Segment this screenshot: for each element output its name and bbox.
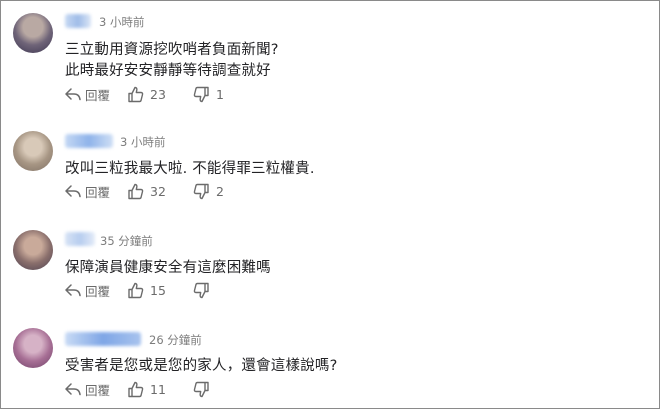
username-blurred[interactable] — [65, 14, 91, 28]
reply-label: 回覆 — [85, 184, 111, 200]
thumbs-down-icon — [193, 381, 209, 397]
like-button[interactable]: 15 — [127, 282, 193, 299]
username-blurred[interactable] — [65, 232, 95, 246]
like-count: 15 — [150, 282, 166, 298]
dislike-button[interactable] — [193, 381, 216, 398]
reply-arrow-icon — [65, 383, 81, 396]
comment-text-line: 此時最好安安靜靜等待調查就好 — [65, 63, 271, 79]
comment-text-line: 改叫三粒我最大啦. 不能得罪三粒權貴. — [65, 161, 315, 177]
like-count: 23 — [150, 86, 166, 102]
avatar[interactable] — [13, 131, 53, 171]
thumbs-up-icon — [128, 282, 144, 298]
thumbs-up-icon — [128, 183, 144, 199]
comment-actions: 回覆 32 2 — [65, 181, 224, 201]
comment-text-line: 保障演員健康安全有這麼困難嗎 — [65, 260, 271, 276]
username-blurred[interactable] — [65, 332, 141, 346]
comment-text-line: 三立動用資源挖吹哨者負面新聞? — [65, 42, 279, 58]
thumbs-down-icon — [193, 282, 209, 298]
thumbs-up-icon — [128, 381, 144, 397]
reply-arrow-icon — [65, 88, 81, 101]
comment-timestamp: 35 分鐘前 — [100, 234, 153, 248]
comment-timestamp: 26 分鐘前 — [149, 333, 202, 347]
avatar[interactable] — [13, 328, 53, 368]
reply-button[interactable]: 回覆 — [65, 380, 127, 399]
avatar[interactable] — [13, 13, 53, 53]
reply-arrow-icon — [65, 185, 81, 198]
dislike-count: 2 — [216, 183, 224, 199]
comment-actions: 回覆 15 — [65, 280, 216, 300]
dislike-button[interactable] — [193, 282, 216, 299]
reply-label: 回覆 — [85, 382, 111, 398]
comment-timestamp: 3 小時前 — [120, 135, 166, 149]
dislike-button[interactable]: 1 — [193, 86, 224, 103]
reply-button[interactable]: 回覆 — [65, 281, 127, 300]
like-button[interactable]: 32 — [127, 183, 193, 200]
reply-button[interactable]: 回覆 — [65, 85, 127, 104]
dislike-button[interactable]: 2 — [193, 183, 224, 200]
like-button[interactable]: 23 — [127, 86, 193, 103]
comment-text-line: 受害者是您或是您的家人，還會這樣說嗎? — [65, 358, 338, 374]
comment-timestamp: 3 小時前 — [99, 15, 145, 29]
reply-button[interactable]: 回覆 — [65, 182, 127, 201]
comment-list: 3 小時前 三立動用資源挖吹哨者負面新聞? 此時最好安安靜靜等待調查就好 回覆 … — [0, 0, 660, 409]
like-button[interactable]: 11 — [127, 381, 193, 398]
thumbs-up-icon — [128, 86, 144, 102]
thumbs-down-icon — [193, 183, 209, 199]
like-count: 32 — [150, 183, 166, 199]
reply-label: 回覆 — [85, 87, 111, 103]
comment-actions: 回覆 11 — [65, 379, 216, 399]
reply-label: 回覆 — [85, 283, 111, 299]
thumbs-down-icon — [193, 86, 209, 102]
username-blurred[interactable] — [65, 134, 113, 148]
reply-arrow-icon — [65, 284, 81, 297]
avatar[interactable] — [13, 230, 53, 270]
like-count: 11 — [150, 381, 166, 397]
comment-actions: 回覆 23 1 — [65, 84, 224, 104]
dislike-count: 1 — [216, 86, 224, 102]
